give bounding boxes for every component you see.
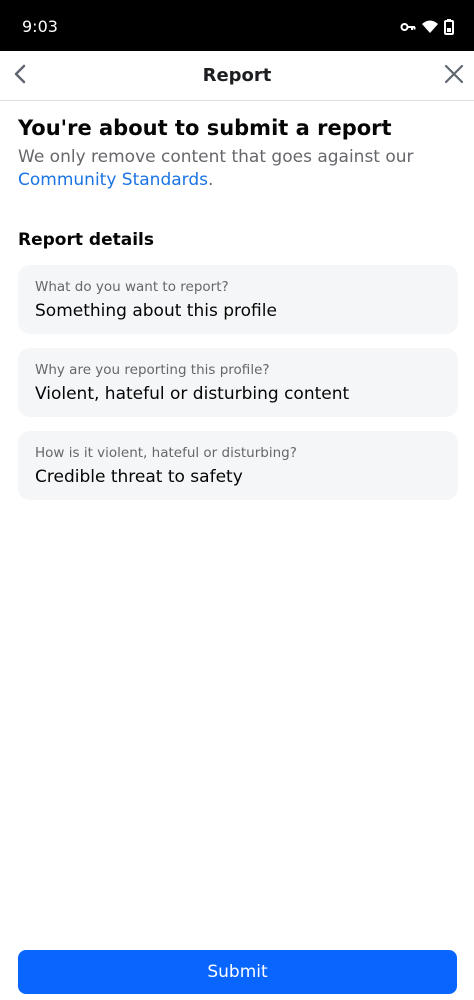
app-bar: Report: [0, 51, 474, 101]
card-value: Credible threat to safety: [35, 467, 243, 487]
community-standards-link[interactable]: Community Standards: [18, 170, 208, 190]
close-button[interactable]: [434, 51, 474, 100]
status-time: 9:03: [22, 17, 58, 36]
page-title: Report: [202, 65, 272, 86]
report-subtext: We only remove content that goes against…: [18, 146, 458, 192]
card-value: Something about this profile: [35, 301, 277, 321]
report-details-title: Report details: [18, 230, 154, 250]
card-label: How is it violent, hateful or disturbing…: [35, 445, 297, 461]
report-content: You're about to submit a report We only …: [18, 114, 458, 500]
close-icon: [444, 64, 464, 88]
subtext-suffix: .: [208, 170, 214, 190]
report-detail-card: How is it violent, hateful or disturbing…: [18, 431, 458, 500]
battery-icon: [444, 19, 454, 35]
card-value: Violent, hateful or disturbing content: [35, 384, 350, 404]
status-icons: [400, 17, 454, 37]
status-bar: 9:03: [0, 0, 474, 51]
submit-button[interactable]: Submit: [18, 950, 457, 994]
key-icon: [400, 21, 416, 33]
report-headline: You're about to submit a report: [18, 116, 392, 140]
wifi-icon: [422, 20, 438, 34]
subtext-prefix: We only remove content that goes against…: [18, 147, 414, 167]
report-detail-card: Why are you reporting this profile? Viol…: [18, 348, 458, 417]
card-label: Why are you reporting this profile?: [35, 362, 270, 378]
card-label: What do you want to report?: [35, 279, 229, 295]
report-detail-card: What do you want to report? Something ab…: [18, 265, 458, 334]
